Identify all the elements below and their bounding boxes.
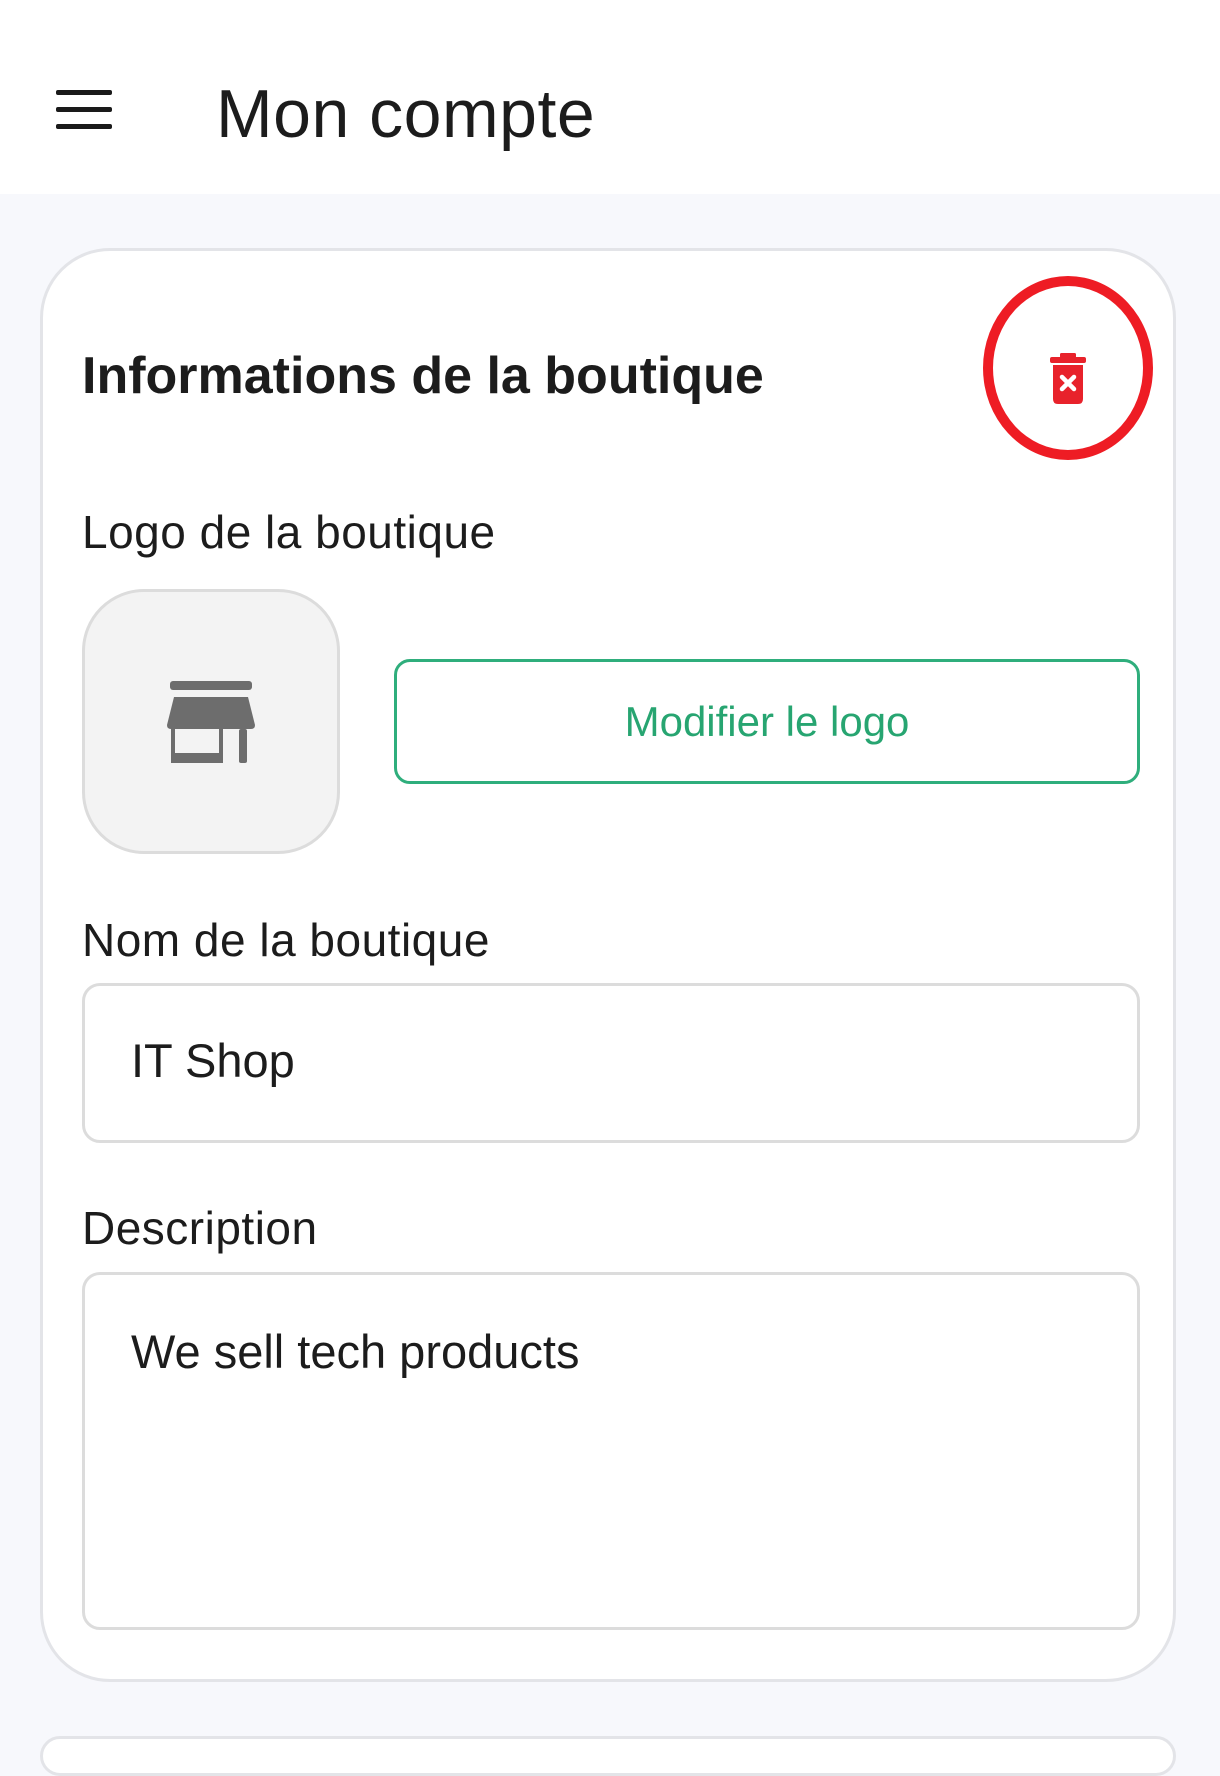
shop-name-label: Nom de la boutique [82, 914, 490, 966]
page-title: Mon compte [216, 76, 596, 152]
logo-label: Logo de la boutique [82, 506, 496, 558]
description-label: Description [82, 1202, 318, 1254]
storefront-icon [167, 680, 255, 763]
app-bar: Mon compte [0, 0, 1220, 194]
hamburger-menu-icon[interactable] [56, 90, 112, 130]
modify-logo-button[interactable]: Modifier le logo [394, 659, 1140, 784]
next-card [40, 1736, 1176, 1776]
shop-name-input[interactable]: IT Shop [82, 983, 1140, 1143]
section-title: Informations de la boutique [82, 347, 764, 405]
trash-delete-icon [1050, 353, 1086, 404]
description-textarea[interactable]: We sell tech products [82, 1272, 1140, 1630]
shop-logo-placeholder[interactable] [82, 589, 340, 854]
delete-shop-button[interactable] [1035, 346, 1101, 412]
